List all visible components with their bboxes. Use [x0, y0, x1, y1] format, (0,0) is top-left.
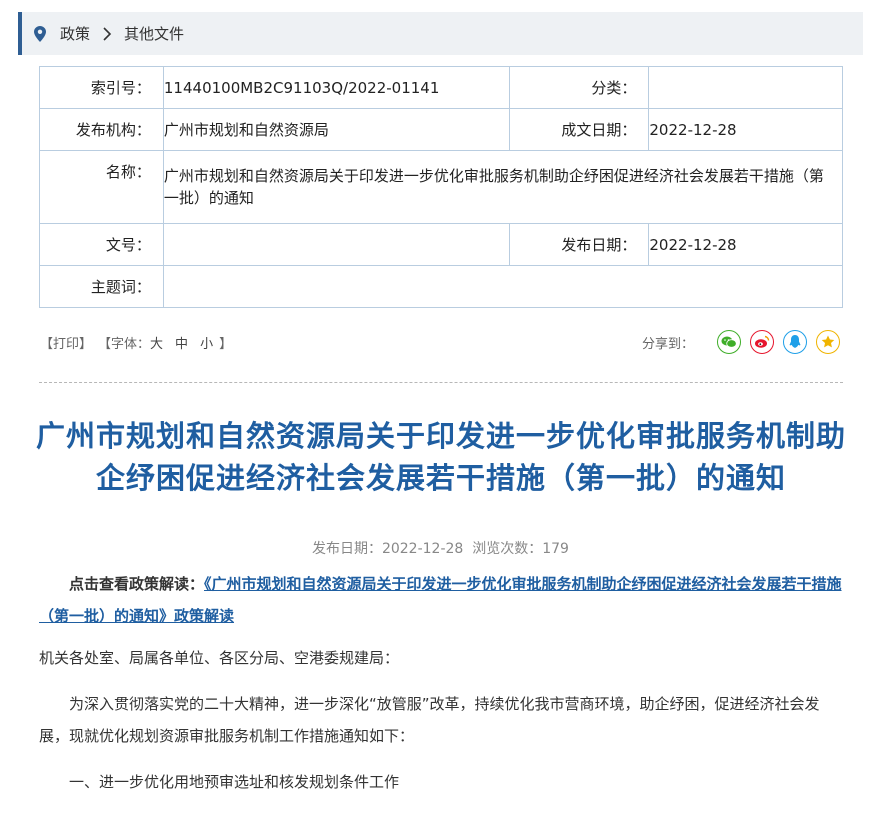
written-date-value: 2022-12-28 — [648, 108, 843, 151]
font-small-button[interactable]: 小 — [200, 337, 213, 352]
article-body: 点击查看政策解读：《广州市规划和自然资源局关于印发进一步优化审批服务机制助企纾困… — [39, 568, 843, 798]
weibo-icon[interactable] — [750, 330, 774, 354]
location-pin-icon — [34, 25, 46, 42]
qq-icon[interactable] — [783, 330, 807, 354]
section-heading-1: 一、进一步优化用地预审选址和核发规划条件工作 — [69, 773, 400, 791]
breadcrumb-item-other-docs[interactable]: 其他文件 — [124, 23, 184, 44]
recipients-line: 机关各处室、局属各单位、各区分局、空港委规建局： — [39, 649, 400, 667]
name-label: 名称： — [39, 150, 164, 224]
lead-label: 点击查看政策解读： — [69, 575, 205, 593]
font-size-controls: 【字体：大中小】 — [98, 333, 232, 352]
index-value: 11440100MB2C91103Q/2022-01141 — [162, 66, 510, 109]
divider — [39, 382, 843, 383]
category-label: 分类： — [508, 66, 650, 109]
chevron-right-icon — [103, 26, 112, 41]
subject-label: 主题词： — [39, 265, 164, 308]
article-toolbar: 【打印】 【字体：大中小】 分享到： — [40, 330, 840, 354]
font-size-prefix: 【字体： — [98, 336, 151, 352]
name-value: 广州市规划和自然资源局关于印发进一步优化审批服务机制助企纾困促进经济社会发展若干… — [162, 150, 844, 224]
paragraph-1: 为深入贯彻落实党的二十大精神，进一步深化“放管服”改革，持续优化我市营商环境，助… — [39, 695, 820, 745]
publisher-value: 广州市规划和自然资源局 — [162, 108, 510, 151]
font-medium-button[interactable]: 中 — [175, 337, 188, 352]
publish-date-label: 发布日期： — [508, 223, 650, 266]
share-bar: 分享到： — [642, 330, 840, 354]
policy-interpretation-lead: 点击查看政策解读：《广州市规划和自然资源局关于印发进一步优化审批服务机制助企纾困… — [39, 568, 843, 632]
doc-no-value — [162, 223, 510, 266]
subject-value — [162, 265, 844, 308]
article-title: 广州市规划和自然资源局关于印发进一步优化审批服务机制助企纾困促进经济社会发展若干… — [36, 419, 847, 495]
qzone-icon[interactable] — [816, 330, 840, 354]
article-info: 发布日期：2022-12-28 浏览次数：179 — [0, 522, 872, 558]
share-label: 分享到： — [641, 336, 694, 352]
written-date-label: 成文日期： — [508, 108, 650, 151]
breadcrumb: 政策 其他文件 — [18, 12, 863, 55]
publish-info-text: 发布日期：2022-12-28 浏览次数：179 — [311, 541, 569, 557]
print-button[interactable]: 【打印】 — [40, 333, 92, 352]
index-label: 索引号： — [39, 66, 164, 109]
publisher-label: 发布机构： — [39, 108, 164, 151]
category-value — [648, 66, 843, 109]
publish-date-value: 2022-12-28 — [648, 223, 843, 266]
document-meta-table: 索引号： 11440100MB2C91103Q/2022-01141 分类： 发… — [39, 66, 844, 308]
doc-no-label: 文号： — [39, 223, 164, 266]
font-size-suffix: 】 — [219, 336, 233, 352]
wechat-icon[interactable] — [717, 330, 741, 354]
breadcrumb-item-policy[interactable]: 政策 — [60, 23, 90, 44]
font-large-button[interactable]: 大 — [150, 337, 163, 352]
